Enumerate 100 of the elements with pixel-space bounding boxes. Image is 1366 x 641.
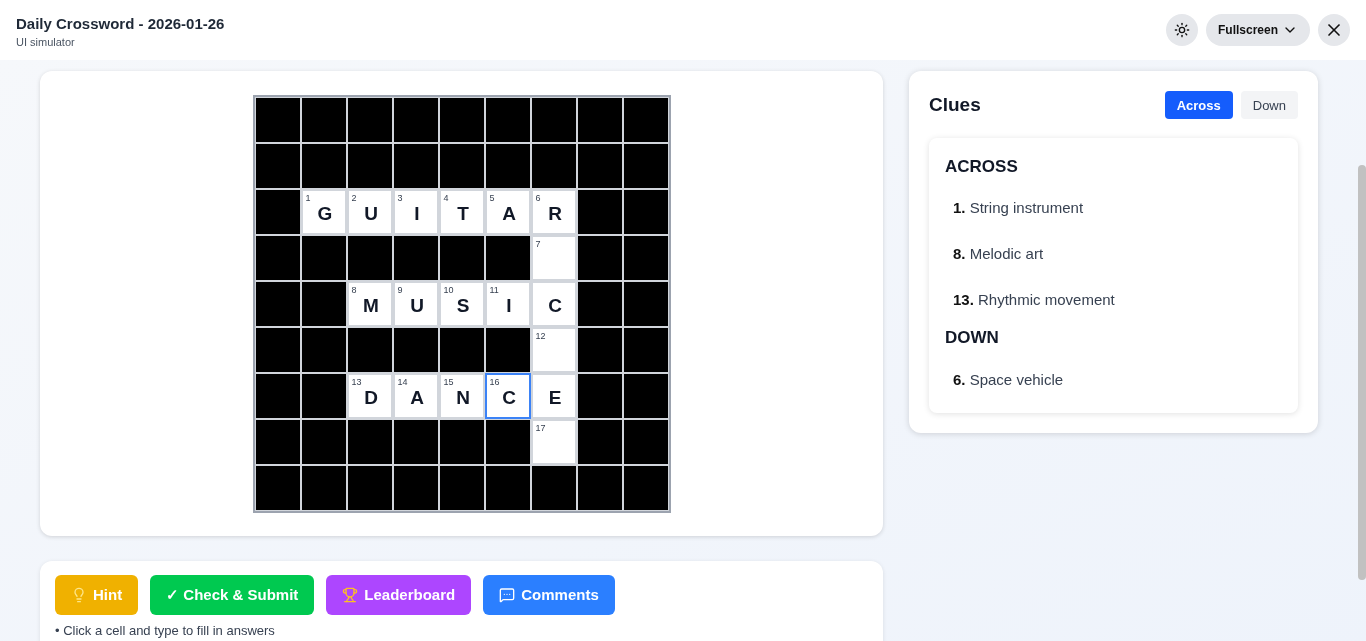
grid-cell[interactable]: C: [530, 280, 577, 327]
cell-letter: C: [548, 294, 562, 319]
cell-letter: A: [502, 202, 516, 227]
clue-number: 16: [489, 375, 500, 388]
grid-cell[interactable]: 17: [530, 418, 577, 465]
clue-number: 9: [397, 283, 403, 296]
grid-cell[interactable]: 1 G: [300, 188, 347, 235]
lightbulb-icon: [71, 587, 87, 603]
cell-letter: U: [364, 202, 378, 227]
grid-cell[interactable]: 15 N: [438, 372, 485, 419]
clue-number: 1: [305, 191, 311, 204]
grid-cell[interactable]: 13 D: [346, 372, 393, 419]
blocked-cell: [346, 418, 393, 465]
action-button[interactable]: Leaderboard: [326, 575, 472, 615]
blocked-cell: [438, 234, 485, 281]
cell-letter: N: [456, 386, 470, 411]
cell-letter: G: [317, 202, 333, 227]
cell-letter: T: [457, 202, 469, 227]
blocked-cell: [576, 372, 623, 419]
clues-title: Clues: [929, 93, 981, 117]
clue-item[interactable]: 1. String instrument: [945, 198, 1282, 218]
grid-cell[interactable]: 9 U: [392, 280, 439, 327]
blocked-cell: [576, 418, 623, 465]
grid-cell[interactable]: 2 U: [346, 188, 393, 235]
cell-letter: S: [456, 294, 470, 319]
clue-number: 3: [397, 191, 403, 204]
grid-cell[interactable]: E: [530, 372, 577, 419]
clue-number: 17: [535, 421, 546, 434]
cell-letter: D: [364, 386, 378, 411]
grid-cell[interactable]: 6 R: [530, 188, 577, 235]
blocked-cell: [438, 326, 485, 373]
cell-letter: C: [502, 386, 516, 411]
blocked-cell: [300, 280, 347, 327]
cell-letter: A: [410, 386, 424, 411]
blocked-cell: [530, 142, 577, 189]
cell-letter: I: [414, 202, 420, 227]
grid-cell[interactable]: 10 S: [438, 280, 485, 327]
theme-button[interactable]: [1165, 14, 1198, 46]
grid-cell[interactable]: 12: [530, 326, 577, 373]
blocked-cell: [392, 234, 439, 281]
clue-number: 8: [351, 283, 357, 296]
clue-number: 6: [535, 191, 541, 204]
grid-cell[interactable]: 5 A: [484, 188, 531, 235]
section-heading: DOWN: [945, 327, 1000, 349]
blocked-cell: [392, 326, 439, 373]
blocked-cell: [576, 326, 623, 373]
action-button[interactable]: Comments: [483, 575, 615, 615]
blocked-cell: [300, 142, 347, 189]
cell-letter: U: [410, 294, 424, 319]
blocked-cell: [300, 326, 347, 373]
view-mode-dropdown[interactable]: Fullscreen: [1205, 14, 1310, 46]
cell-letter: I: [506, 294, 512, 319]
clue-number: 13: [351, 375, 362, 388]
clue-item[interactable]: 13. Rhythmic movement: [945, 290, 1282, 310]
grid-cell[interactable]: 11 I: [484, 280, 531, 327]
blocked-cell: [300, 372, 347, 419]
clue-number: 2: [351, 191, 357, 204]
window-title: Daily Crossword - 2026-01-26: [16, 13, 225, 34]
blocked-cell: [346, 326, 393, 373]
blocked-cell: [484, 326, 531, 373]
grid-cell[interactable]: 14 A: [392, 372, 439, 419]
clue-item[interactable]: 8. Melodic art: [945, 244, 1282, 264]
window-subtitle: UI simulator: [16, 34, 76, 50]
grid-cell[interactable]: 3 I: [392, 188, 439, 235]
clue-direction-tab[interactable]: Across: [1164, 91, 1233, 120]
grid-cell[interactable]: 7: [530, 234, 577, 281]
blocked-cell: [346, 234, 393, 281]
blocked-cell: [392, 142, 439, 189]
blocked-cell: [438, 142, 485, 189]
blocked-cell: [438, 418, 485, 465]
clue-number: 5: [489, 191, 495, 204]
cell-letter: R: [548, 202, 562, 227]
blocked-cell: [576, 280, 623, 327]
clue-item[interactable]: 6. Space vehicle: [945, 369, 1282, 390]
clue-number: 10: [443, 283, 454, 296]
blocked-cell: [300, 234, 347, 281]
blocked-cell: [300, 418, 347, 465]
blocked-cell: [484, 418, 531, 465]
clue-number: 15: [443, 375, 454, 388]
clue-number: 7: [535, 237, 541, 250]
clue-number: 11: [489, 283, 499, 296]
scrollbar-thumb[interactable]: [1358, 165, 1366, 580]
clue-direction-tab[interactable]: Down: [1240, 91, 1298, 120]
close-button[interactable]: [1318, 14, 1350, 46]
blocked-cell: [346, 142, 393, 189]
grid-cell[interactable]: 16 C: [484, 372, 531, 419]
cell-letter: E: [548, 386, 562, 411]
sun-icon: [1173, 22, 1190, 38]
blocked-cell: [484, 234, 531, 281]
blocked-cell: [576, 142, 623, 189]
clue-number: 14: [397, 375, 408, 388]
section-heading: ACROSS: [945, 155, 1019, 178]
blocked-cell: [576, 188, 623, 235]
speech-bubble-icon: [499, 587, 516, 603]
clue-number: 4: [443, 191, 449, 204]
grid-cell[interactable]: 4 T: [438, 188, 485, 235]
grid-cell[interactable]: 8 M: [346, 280, 393, 327]
clue-number: 12: [535, 329, 546, 342]
blocked-cell: [392, 418, 439, 465]
cell-letter: M: [363, 294, 379, 319]
